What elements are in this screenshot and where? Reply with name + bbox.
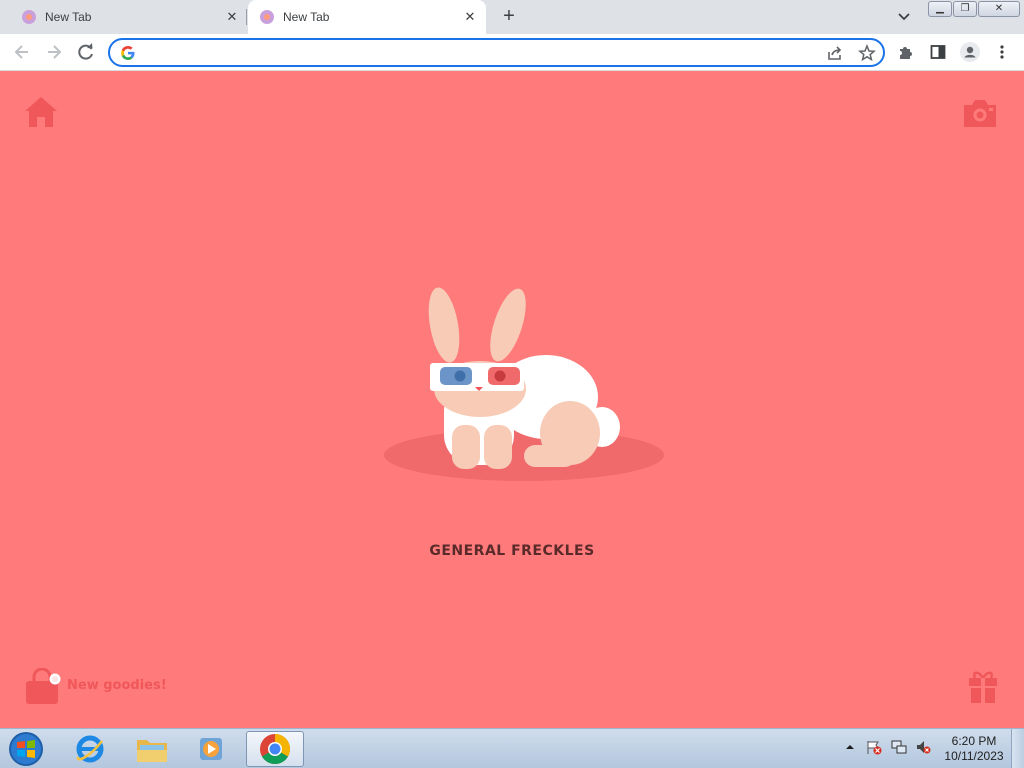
action-center-flag-icon[interactable] [866,739,882,755]
tab-search-chevron-icon[interactable] [896,9,912,25]
windows-start-icon[interactable] [6,731,46,767]
minimize-button[interactable]: ▁ [928,1,952,17]
new-tab-page: GENERAL FRECKLES New goodies! [0,71,1024,728]
omnibox-input[interactable] [144,43,804,63]
tab-title: New Tab [45,10,92,24]
reload-icon[interactable] [76,42,96,62]
window-controls: ▁ ❐ ✕ [927,1,1020,17]
tab-title: New Tab [283,10,330,24]
gift-icon[interactable] [968,668,998,704]
network-icon[interactable] [891,739,907,755]
bunny-illustration [384,287,664,481]
close-tab-icon[interactable]: ✕ [462,9,478,25]
close-window-button[interactable]: ✕ [978,1,1020,17]
clock-date: 10/11/2023 [944,749,1004,763]
tab-inactive[interactable]: New Tab ✕ [0,0,246,34]
media-player-icon [200,738,222,760]
extensions-puzzle-icon[interactable] [897,43,915,61]
character-name: GENERAL FRECKLES [429,543,595,559]
bookmark-star-icon[interactable] [858,44,876,62]
forward-arrow-icon[interactable] [44,42,64,62]
taskbar-internet-explorer[interactable] [62,731,118,767]
chrome-icon [260,734,291,765]
internet-explorer-icon [76,735,104,763]
camera-icon[interactable] [962,97,998,129]
bunny-favicon-icon [22,10,36,24]
share-icon[interactable] [826,44,844,62]
tab-divider [246,9,247,25]
browser-toolbar [0,34,1024,71]
address-bar[interactable] [108,38,885,67]
side-panel-icon[interactable] [929,43,947,61]
new-tab-button[interactable]: + [499,6,519,26]
tab-strip: New Tab ✕ New Tab ✕ + ▁ ❐ ✕ [0,0,1024,34]
taskbar-chrome[interactable] [246,731,304,767]
more-menu-icon[interactable] [993,43,1011,61]
taskbar-media-player[interactable] [184,731,240,767]
clock-time: 6:20 PM [951,734,997,748]
folder-icon [137,740,167,762]
show-desktop-button[interactable] [1011,729,1024,768]
close-tab-icon[interactable]: ✕ [224,9,240,25]
windows-taskbar: 6:20 PM 10/11/2023 [0,728,1024,768]
home-icon[interactable] [24,95,58,129]
system-clock[interactable]: 6:20 PM 10/11/2023 [940,734,1008,764]
bunny-favicon-icon [260,10,274,24]
show-hidden-icons-chevron-icon[interactable] [844,739,856,755]
restore-button[interactable]: ❐ [953,1,977,17]
profile-avatar-icon[interactable] [960,42,980,62]
google-g-icon [121,46,135,60]
volume-muted-icon[interactable] [915,739,931,755]
tab-active[interactable]: New Tab ✕ [248,0,486,34]
back-arrow-icon[interactable] [12,42,32,62]
new-goodies-link[interactable]: New goodies! [67,678,167,693]
shopping-bag-icon[interactable] [25,668,63,706]
taskbar-file-explorer[interactable] [124,731,180,767]
